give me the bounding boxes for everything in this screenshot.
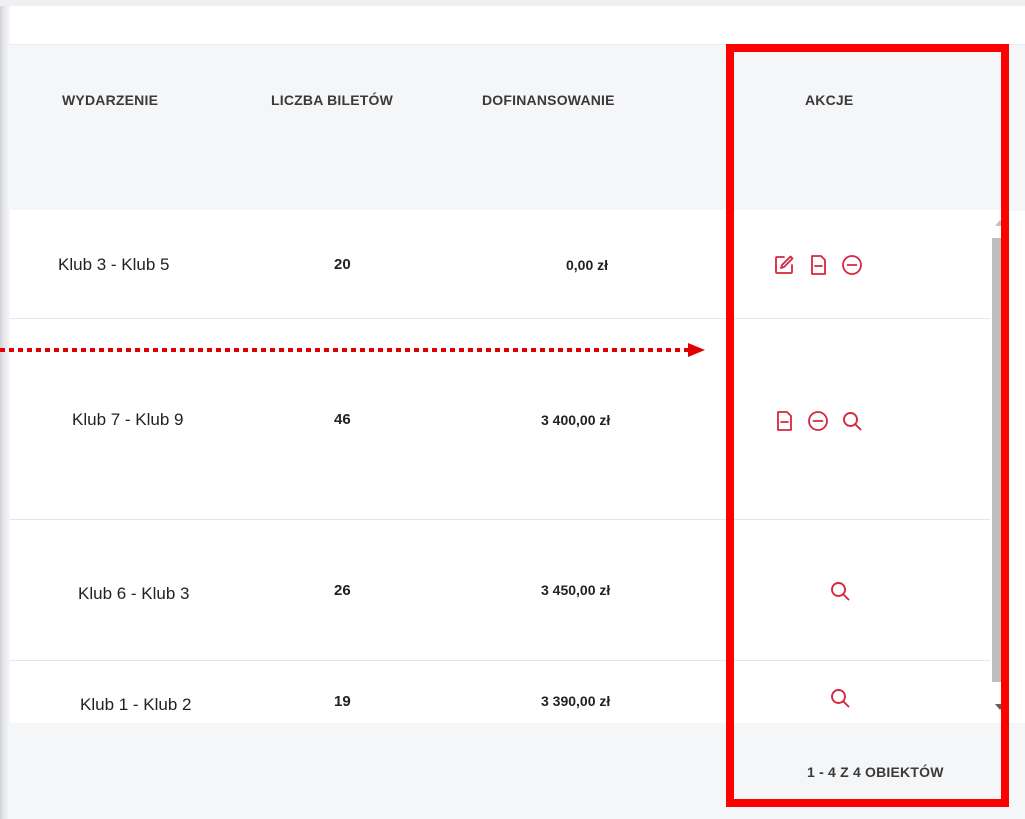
ticket-count: 20 bbox=[334, 256, 351, 273]
edit-icon[interactable] bbox=[773, 254, 795, 276]
remove-icon[interactable] bbox=[841, 254, 863, 276]
table-row: Klub 3 - Klub 5 20 0,00 zł bbox=[10, 210, 990, 319]
remove-icon[interactable] bbox=[807, 410, 829, 432]
scroll-down-arrow-icon[interactable] bbox=[995, 704, 1005, 710]
search-icon[interactable] bbox=[829, 580, 851, 602]
ticket-count: 19 bbox=[334, 693, 351, 710]
row-actions bbox=[773, 410, 863, 432]
table-body[interactable]: Klub 3 - Klub 5 20 0,00 zł Klub 7 - Klub… bbox=[10, 210, 990, 723]
table-footer: 1 - 4 Z 4 OBIEKTÓW bbox=[10, 723, 1025, 819]
data-table: WYDARZENIE LICZBA BILETÓW DOFINANSOWANIE… bbox=[10, 44, 1025, 819]
event-name: Klub 6 - Klub 3 bbox=[78, 584, 190, 603]
left-panel-edge bbox=[0, 6, 10, 819]
funding-amount: 3 450,00 zł bbox=[541, 582, 611, 598]
search-icon[interactable] bbox=[829, 687, 851, 709]
event-name: Klub 7 - Klub 9 bbox=[72, 410, 184, 429]
document-icon[interactable] bbox=[773, 410, 795, 432]
table-header: WYDARZENIE LICZBA BILETÓW DOFINANSOWANIE… bbox=[10, 44, 1025, 211]
column-header-tickets[interactable]: LICZBA BILETÓW bbox=[271, 92, 393, 108]
ticket-count: 26 bbox=[334, 582, 351, 599]
row-actions bbox=[773, 254, 863, 276]
column-header-actions: AKCJE bbox=[805, 92, 854, 108]
column-header-funding[interactable]: DOFINANSOWANIE bbox=[482, 92, 615, 108]
funding-amount: 3 400,00 zł bbox=[541, 412, 611, 428]
search-icon[interactable] bbox=[841, 410, 863, 432]
column-header-event[interactable]: WYDARZENIE bbox=[62, 92, 158, 108]
top-strip bbox=[0, 0, 1025, 6]
vertical-scrollbar[interactable] bbox=[990, 210, 1009, 723]
row-actions bbox=[829, 687, 851, 709]
table-row: Klub 6 - Klub 3 26 3 450,00 zł bbox=[10, 520, 990, 661]
document-icon[interactable] bbox=[807, 254, 829, 276]
row-actions bbox=[829, 580, 851, 602]
annotation-arrow-icon bbox=[0, 343, 705, 357]
funding-amount: 0,00 zł bbox=[566, 257, 609, 273]
ticket-count: 46 bbox=[334, 411, 351, 428]
table-row: Klub 1 - Klub 2 19 3 390,00 zł bbox=[10, 661, 990, 723]
event-name: Klub 3 - Klub 5 bbox=[58, 255, 170, 274]
scrollbar-thumb[interactable] bbox=[992, 238, 1006, 682]
funding-amount: 3 390,00 zł bbox=[541, 693, 611, 709]
event-name: Klub 1 - Klub 2 bbox=[80, 695, 192, 714]
scroll-up-arrow-icon[interactable] bbox=[995, 220, 1005, 226]
pagination-info: 1 - 4 Z 4 OBIEKTÓW bbox=[807, 764, 944, 780]
